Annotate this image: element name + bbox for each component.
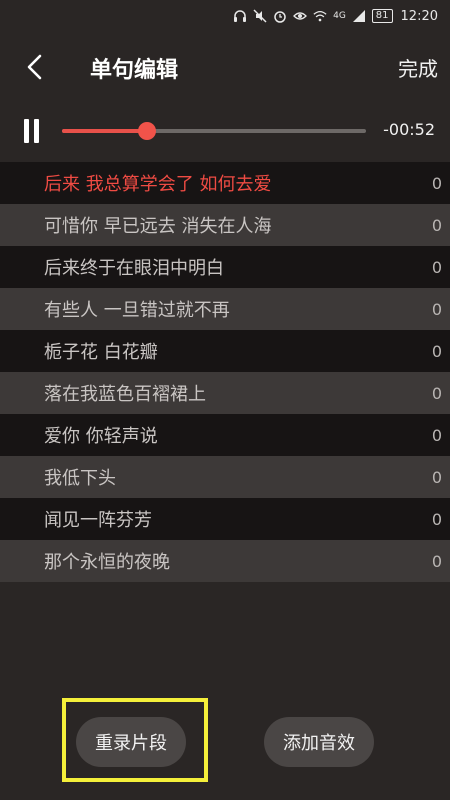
lyric-row[interactable]: 后来 我总算学会了 如何去爱 0: [0, 162, 450, 204]
alarm-icon: [273, 9, 287, 23]
lyric-count: 0: [431, 551, 442, 571]
lyrics-list: 后来 我总算学会了 如何去爱 0 可惜你 早已远去 消失在人海 0 后来终于在眼…: [0, 162, 450, 582]
status-icons: 4G 81: [233, 9, 393, 23]
lyric-text: 那个永恒的夜晚: [44, 552, 170, 573]
progress-slider[interactable]: [62, 122, 366, 140]
eye-icon: [293, 9, 308, 23]
signal-icon: [352, 9, 366, 23]
lyric-row[interactable]: 我低下头 0: [0, 456, 450, 498]
headphone-icon: [233, 9, 247, 23]
lyric-text: 我低下头: [44, 468, 116, 489]
lyric-count: 0: [431, 425, 442, 445]
lyric-text: 爱你 你轻声说: [44, 426, 158, 447]
lyric-row[interactable]: 后来终于在眼泪中明白 0: [0, 246, 450, 288]
lyric-text: 闻见一阵芬芳: [44, 510, 152, 531]
lyric-count: 0: [431, 509, 442, 529]
remaining-time: -00:52: [383, 120, 435, 139]
top-bar: 单句编辑 完成: [0, 40, 450, 96]
lyric-row[interactable]: 那个永恒的夜晚 0: [0, 540, 450, 582]
done-button[interactable]: 完成: [398, 53, 438, 82]
lyric-text: 后来 我总算学会了 如何去爱: [44, 174, 272, 195]
lyric-row[interactable]: 有些人 一旦错过就不再 0: [0, 288, 450, 330]
page-title: 单句编辑: [90, 58, 179, 83]
lyric-count: 0: [431, 341, 442, 361]
lyric-text: 可惜你 早已远去 消失在人海: [44, 216, 272, 237]
progress-fill: [62, 129, 148, 133]
lyric-text: 落在我蓝色百褶裙上: [44, 384, 206, 405]
wifi-icon: [313, 9, 327, 23]
mute-icon: [253, 9, 267, 23]
lyric-text: 后来终于在眼泪中明白: [44, 258, 224, 279]
lyric-count: 0: [431, 467, 442, 487]
back-arrow-icon[interactable]: [20, 52, 50, 82]
lyric-text: 有些人 一旦错过就不再: [44, 300, 230, 321]
lyric-text: 栀子花 白花瓣: [44, 342, 158, 363]
status-time: 12:20: [400, 8, 438, 24]
lyric-row[interactable]: 可惜你 早已远去 消失在人海 0: [0, 204, 450, 246]
audio-player: -00:52: [0, 106, 450, 156]
lyric-count: 0: [431, 383, 442, 403]
lyric-count: 0: [431, 257, 442, 277]
battery-level: 81: [371, 9, 393, 23]
lyric-count: 0: [431, 299, 442, 319]
rerecord-segment-button[interactable]: 重录片段: [76, 717, 186, 767]
lyric-row[interactable]: 栀子花 白花瓣 0: [0, 330, 450, 372]
lyric-row[interactable]: 爱你 你轻声说 0: [0, 414, 450, 456]
lyric-count: 0: [431, 215, 442, 235]
slider-handle[interactable]: [138, 122, 157, 140]
add-sound-effect-button[interactable]: 添加音效: [264, 717, 374, 767]
network-type: 4G: [333, 11, 346, 21]
lyric-row[interactable]: 落在我蓝色百褶裙上 0: [0, 372, 450, 414]
status-bar: 4G 81 12:20: [0, 0, 450, 32]
lyric-count: 0: [431, 173, 442, 193]
pause-icon[interactable]: [22, 119, 42, 143]
lyric-row[interactable]: 闻见一阵芬芳 0: [0, 498, 450, 540]
